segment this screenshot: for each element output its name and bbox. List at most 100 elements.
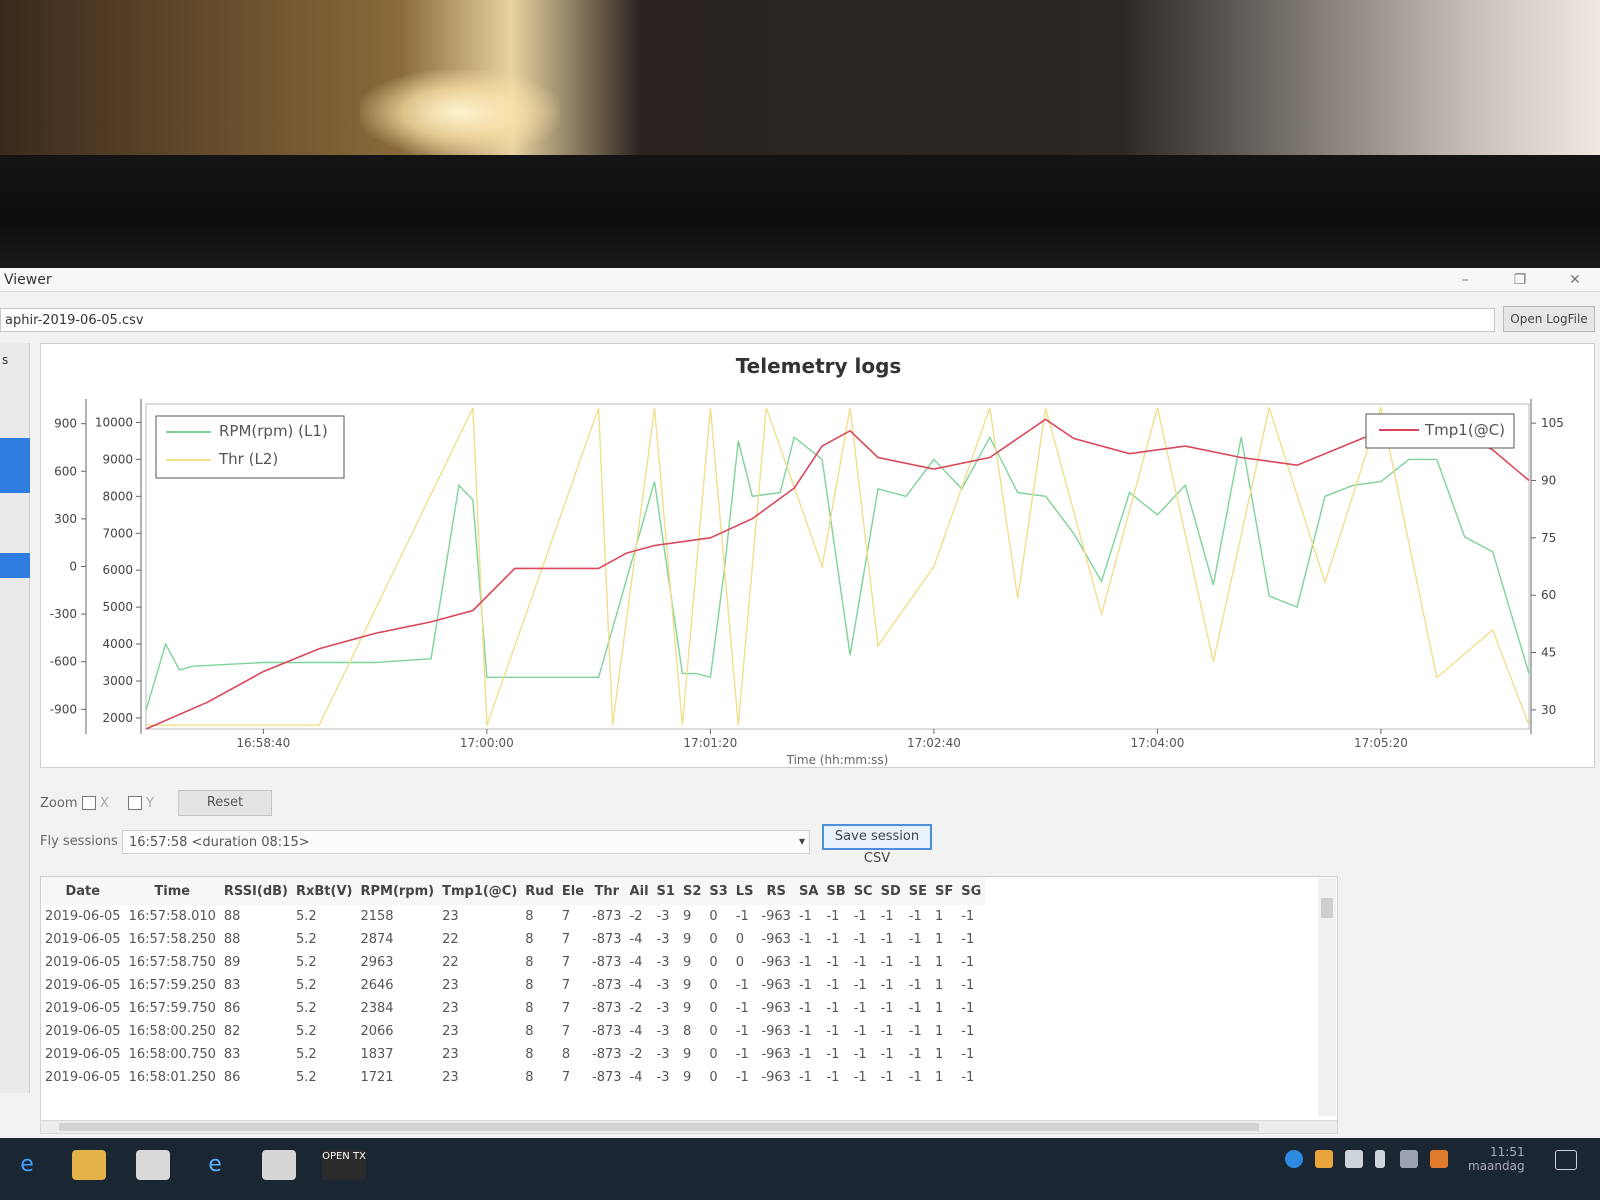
right-tick-label: 30 [1541,703,1556,717]
reset-button[interactable]: Reset [178,790,272,816]
file-path-field[interactable]: aphir-2019-06-05.csv [0,308,1495,332]
file-explorer-icon[interactable] [72,1150,106,1180]
table-row[interactable]: 2019-06-05 16:57:58.250 88 5.2 2874 22 8 7 -873-… [41,928,985,951]
table-cell: 8 [525,932,534,947]
table-row[interactable]: 2019-06-05 16:57:59.750 86 5.2 2384 23 8 7 -873-… [41,997,985,1020]
horizontal-scrollbar[interactable] [40,1120,1338,1134]
zoom-y-checkbox[interactable] [128,796,142,810]
table-cell: 8 [525,1047,534,1062]
column-header[interactable]: SG [957,877,986,905]
table-cell: 1 [935,932,944,947]
horizontal-scroll-thumb[interactable] [59,1123,1259,1131]
table-row[interactable]: 2019-06-05 16:58:01.250 86 5.2 1721 23 8 7 -873-… [41,1066,985,1089]
table-cell: 9 [682,955,692,970]
edge-icon[interactable]: e [10,1150,44,1180]
table-row[interactable]: 2019-06-05 16:58:00.750 83 5.2 1837 23 8 8 -873-… [41,1043,985,1066]
data-table[interactable]: Date Time RSSI(dB) RxBt(V) RPM(rpm) Tmp1(@C) R… [40,876,1338,1126]
internet-explorer-icon[interactable]: e [198,1150,232,1180]
minimize-icon[interactable]: – [1450,270,1480,290]
clock[interactable]: 11:51 maandag [1468,1145,1525,1173]
zoom-x-checkbox[interactable] [82,796,96,810]
inner-left-tick-label: 4000 [102,637,133,651]
notifications-icon[interactable] [1555,1150,1577,1170]
table-row[interactable]: 2019-06-05 16:57:58.750 89 5.2 2963 22 8 7 -873-… [41,951,985,974]
column-header[interactable]: LS [731,877,758,905]
column-header[interactable]: Ail [625,877,653,905]
inner-left-tick-label: 9000 [102,452,133,466]
column-header[interactable]: S3 [705,877,732,905]
table-cell: -1 [908,955,922,970]
column-header[interactable]: SD [876,877,905,905]
table-cell: -873 [592,978,622,993]
table-row[interactable]: 2019-06-05 16:57:59.250 83 5.2 2646 23 8 7 -873-… [41,974,985,997]
x-axis-label: Time (hh:mm:ss) [786,753,889,767]
table-row[interactable]: 2019-06-05 16:57:58.010 88 5.2 2158 23 8 7 -873-… [41,905,985,928]
column-header[interactable]: RPM(rpm) [356,877,439,905]
network-icon[interactable] [1400,1150,1418,1168]
column-header[interactable]: Rud [521,877,558,905]
table-cell: -1 [880,955,894,970]
sessions-row: Fly sessions 16:57:58 <duration 08:15> ▾ [40,824,940,854]
table-cell: 16:57:59.750 [128,1001,216,1016]
sessions-dropdown[interactable]: 16:57:58 <duration 08:15> ▾ [122,830,810,854]
table-row[interactable]: 2019-06-05 16:58:00.250 82 5.2 2066 23 8 7 -873-… [41,1020,985,1043]
table-cell: 16:57:59.250 [128,978,216,993]
table-cell: 83 [223,978,241,993]
column-header[interactable]: Date [41,877,125,905]
column-header[interactable]: Time [124,877,220,905]
column-header[interactable]: SF [931,877,958,905]
column-header[interactable]: Ele [557,877,589,905]
chevron-down-icon[interactable]: ▾ [799,834,805,848]
tray-app-icon[interactable] [1315,1150,1333,1168]
vertical-scrollbar[interactable] [1318,878,1336,1116]
column-header[interactable]: SC [849,877,877,905]
table-cell: 8 [525,978,534,993]
open-logfile-button[interactable]: Open LogFile [1503,306,1595,332]
restore-icon[interactable]: ❐ [1505,270,1535,290]
column-header[interactable]: RS [757,877,795,905]
table-cell: -1 [908,1001,922,1016]
skype-icon[interactable] [1285,1150,1303,1168]
chart-panel[interactable]: Telemetry logs 900 600 300 0 -300 -600 -900 100… [40,343,1595,768]
opentx-icon[interactable]: OPEN TX [322,1150,366,1180]
close-icon[interactable]: ✕ [1560,270,1590,290]
inner-left-tick-label: 8000 [102,489,133,503]
battery-icon[interactable] [1375,1150,1385,1168]
column-header[interactable]: SE [904,877,931,905]
table-cell: -873 [592,1001,622,1016]
table-cell: -1 [826,932,840,947]
table-cell: 1 [935,1047,944,1062]
table-cell: -3 [656,955,670,970]
column-header[interactable]: SA [794,877,823,905]
table-cell: -963 [761,1024,791,1039]
sidebar-item-selected-2[interactable] [0,553,30,578]
save-session-csv-button[interactable]: Save session CSV [822,824,932,866]
cloud-icon[interactable] [1345,1150,1363,1168]
table-cell: 5.2 [296,978,317,993]
outer-left-tick-label: 900 [54,417,77,431]
telemetry-chart[interactable]: 9006003000-300-600-900100009000800070006… [41,344,1596,769]
app-icon[interactable] [262,1150,296,1180]
table-body: 2019-06-05 16:57:58.010 88 5.2 2158 23 8 7 -873-… [41,905,985,1089]
table-cell: -1 [826,1070,840,1085]
table-cell: 9 [682,909,692,924]
column-header[interactable]: S1 [652,877,679,905]
tray-app-icon-2[interactable] [1430,1150,1448,1168]
app-window: Viewer – ❐ ✕ aphir-2019-06-05.csv Open L… [0,268,1600,1138]
chart-title: Telemetry logs [735,354,902,378]
column-header[interactable]: Thr [588,877,626,905]
column-header[interactable]: RxBt(V) [292,877,357,905]
store-icon[interactable] [136,1150,170,1180]
table-cell: 2158 [360,909,394,924]
column-header[interactable]: SB [822,877,850,905]
table-cell: 2019-06-05 [45,932,121,947]
sidebar-item-selected[interactable] [0,438,30,493]
table-cell: -2 [629,909,643,924]
column-header[interactable]: RSSI(dB) [219,877,292,905]
column-header[interactable]: Tmp1(@C) [438,877,522,905]
table-cell: 8 [682,1024,692,1039]
vertical-scroll-thumb[interactable] [1321,898,1333,918]
x-tick-label: 17:01:20 [683,736,737,750]
table-cell: 23 [442,1070,459,1085]
column-header[interactable]: S2 [678,877,706,905]
